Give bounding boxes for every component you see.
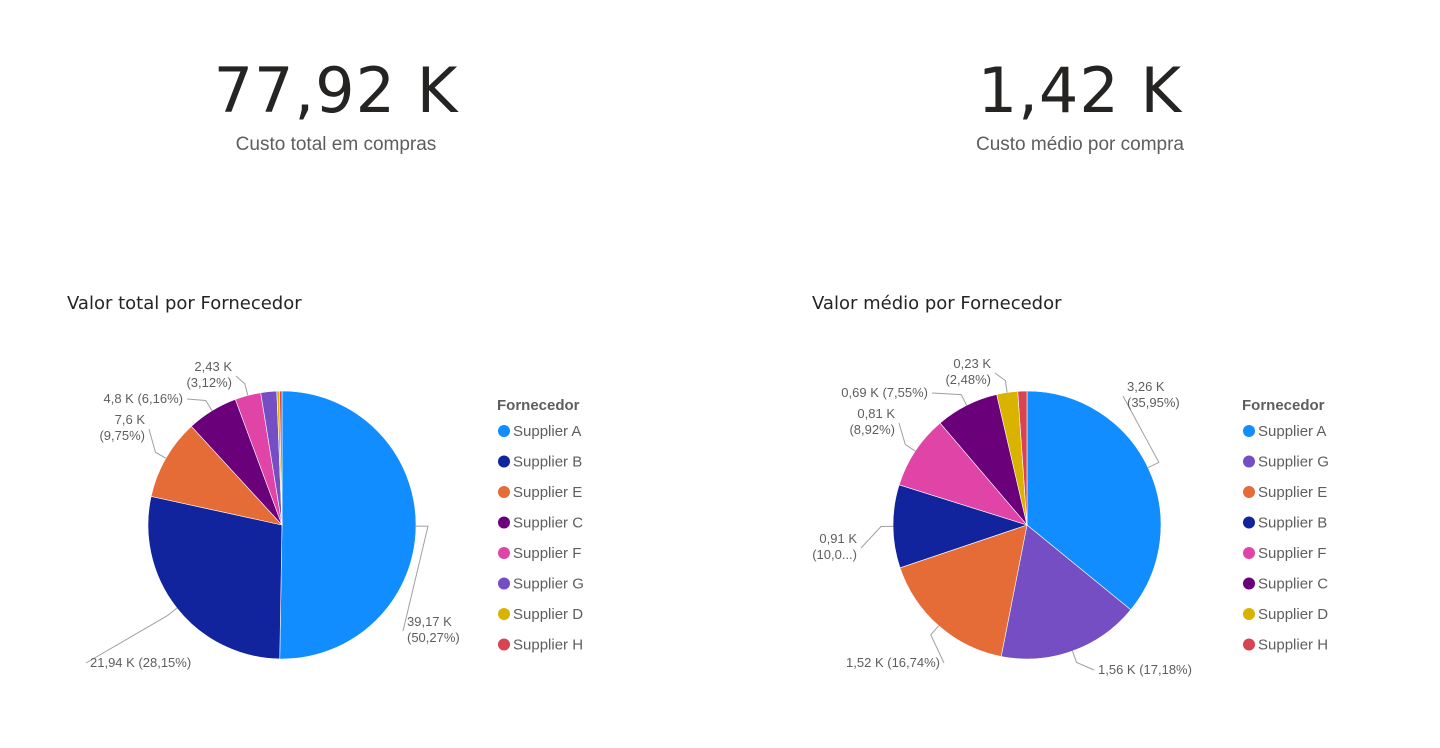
legend-item-supplier-a[interactable]: Supplier A — [1258, 423, 1326, 440]
legend-item-supplier-e[interactable]: Supplier E — [1258, 484, 1327, 501]
kpi-average-cost-value: 1,42 K — [977, 54, 1183, 127]
leader-line — [994, 372, 1008, 393]
pie-chart-average[interactable]: 3,26 K (35,95%) 1,56 K (17,18%) 1,52 K (16,… — [720, 340, 1440, 700]
data-label: 0,69 K (7,55%) — [841, 385, 928, 400]
leader-line — [931, 392, 968, 406]
data-label: 3,26 K (35,95%) — [1127, 379, 1180, 410]
data-label: 4,8 K (6,16%) — [104, 391, 184, 406]
legend-item-supplier-c[interactable]: Supplier C — [513, 515, 583, 532]
legend-item-supplier-g[interactable]: Supplier G — [1258, 454, 1329, 471]
legend-item-supplier-g[interactable]: Supplier G — [513, 576, 584, 593]
legend-marker — [498, 577, 510, 590]
data-label: 1,52 K (16,74%) — [846, 655, 940, 670]
legend-item-supplier-c[interactable]: Supplier C — [1258, 576, 1328, 593]
legend-item-supplier-h[interactable]: Supplier H — [513, 637, 583, 654]
data-label: 2,43 K (3,12%) — [186, 359, 232, 390]
legend-marker — [1243, 577, 1255, 590]
data-label: 0,91 K (10,0...) — [812, 531, 857, 562]
pie-slice-supplier-a[interactable] — [279, 390, 417, 660]
legend-item-supplier-b[interactable]: Supplier B — [1258, 515, 1327, 532]
data-label: 1,56 K (17,18%) — [1098, 662, 1192, 677]
legend-item-supplier-d[interactable]: Supplier D — [1258, 606, 1328, 623]
kpi-total-cost: 77,92 K Custo total em compras — [186, 60, 486, 156]
legend-marker — [1243, 608, 1255, 620]
legend-title: Fornecedor — [497, 397, 580, 414]
legend-item-supplier-a[interactable]: Supplier A — [513, 423, 581, 440]
leader-line — [1071, 650, 1095, 671]
legend-marker — [1243, 425, 1255, 437]
legend-marker — [1243, 516, 1255, 529]
data-label: 7,6 K (9,75%) — [99, 412, 145, 443]
chart-title-average: Valor médio por Fornecedor — [812, 293, 1062, 314]
legend-item-supplier-h[interactable]: Supplier H — [1258, 637, 1328, 654]
legend-item-supplier-f[interactable]: Supplier F — [1258, 545, 1326, 562]
data-label: 21,94 K (28,15%) — [90, 655, 191, 670]
legend-marker — [498, 425, 510, 437]
legend-marker — [498, 516, 510, 529]
kpi-average-cost-label: Custo médio por compra — [975, 134, 1185, 155]
legend-item-supplier-d[interactable]: Supplier D — [513, 606, 583, 623]
chart-title-total: Valor total por Fornecedor — [67, 293, 302, 314]
leader-line — [186, 398, 213, 411]
kpi-total-cost-label: Custo total em compras — [235, 134, 437, 155]
legend-item-supplier-e[interactable]: Supplier E — [513, 484, 582, 501]
data-label: 39,17 K (50,27%) — [407, 614, 460, 645]
legend-item-supplier-f[interactable]: Supplier F — [513, 545, 581, 562]
legend-marker — [1243, 547, 1255, 559]
legend-title: Fornecedor — [1242, 397, 1325, 414]
legend-marker — [1243, 486, 1255, 498]
leader-line — [235, 375, 249, 396]
kpi-average-cost: 1,42 K Custo médio por compra — [930, 60, 1230, 156]
data-label: 0,23 K (2,48%) — [945, 356, 991, 387]
legend-marker — [498, 608, 510, 620]
legend-marker — [498, 486, 510, 498]
legend-marker — [498, 638, 510, 651]
legend-item-supplier-b[interactable]: Supplier B — [513, 454, 582, 471]
leader-line — [860, 525, 894, 549]
leader-line — [898, 422, 916, 452]
legend-marker — [498, 547, 510, 559]
data-label: 0,81 K (8,92%) — [849, 406, 895, 437]
kpi-total-cost-value: 77,92 K — [213, 54, 459, 127]
legend-marker — [1243, 455, 1255, 468]
leader-line — [148, 428, 167, 459]
pie-chart-total[interactable]: 39,17 K (50,27%) 21,94 K (28,15%) 7,6 K (9,7… — [0, 340, 720, 700]
legend-marker — [498, 455, 510, 468]
legend-marker — [1243, 638, 1255, 651]
